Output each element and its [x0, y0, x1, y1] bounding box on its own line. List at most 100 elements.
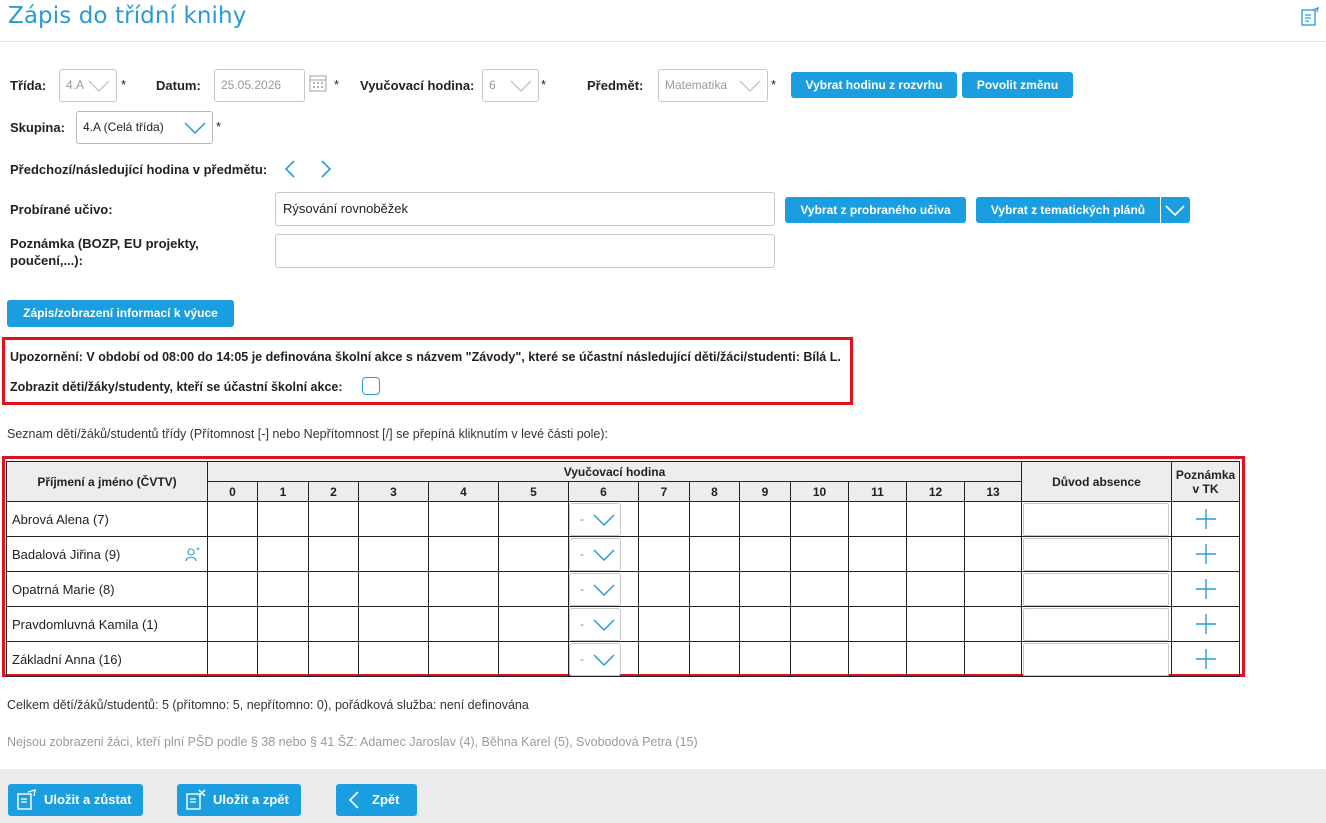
add-note-icon[interactable]: [1195, 509, 1216, 529]
lesson-cell[interactable]: [308, 536, 359, 572]
lesson-cell[interactable]: [257, 536, 309, 572]
pick-from-covered-topics-button[interactable]: Vybrat z probraného učiva: [785, 197, 966, 223]
document-edit-icon[interactable]: [1300, 7, 1320, 27]
lesson-cell[interactable]: [638, 536, 690, 572]
lesson-cell[interactable]: [739, 571, 791, 607]
lesson-cell[interactable]: [428, 536, 499, 572]
subject-select[interactable]: Matematika: [658, 69, 768, 102]
lesson-cell[interactable]: [498, 641, 569, 677]
attendance-select[interactable]: -: [569, 607, 621, 641]
lesson-cell[interactable]: [689, 536, 740, 572]
lesson-cell[interactable]: [358, 536, 429, 572]
lesson-cell[interactable]: [428, 606, 499, 642]
lesson-cell[interactable]: [848, 536, 907, 572]
lesson-cell[interactable]: [257, 571, 309, 607]
lesson-cell[interactable]: [739, 536, 791, 572]
lesson-cell[interactable]: [428, 641, 499, 677]
lesson-cell[interactable]: [739, 606, 791, 642]
show-event-students-checkbox[interactable]: [362, 377, 380, 395]
date-input[interactable]: 25.05.2026: [214, 69, 305, 102]
chevron-right-icon[interactable]: [319, 159, 333, 179]
add-note-icon[interactable]: [1195, 614, 1216, 634]
pick-from-schedule-button[interactable]: Vybrat hodinu z rozvrhu: [791, 72, 957, 98]
lesson-cell[interactable]: [964, 571, 1022, 607]
lesson-cell[interactable]: [848, 641, 907, 677]
lesson-cell[interactable]: [964, 501, 1022, 537]
lesson-cell[interactable]: [906, 641, 965, 677]
lesson-cell[interactable]: [207, 606, 258, 642]
lesson-cell[interactable]: [964, 536, 1022, 572]
attendance-select[interactable]: -: [569, 642, 621, 676]
lesson-cell[interactable]: [689, 641, 740, 677]
lesson-select[interactable]: 6: [482, 69, 539, 102]
lesson-cell[interactable]: [689, 571, 740, 607]
lesson-cell[interactable]: [257, 501, 309, 537]
absence-reason-input[interactable]: [1023, 572, 1169, 606]
lesson-cell[interactable]: [358, 501, 429, 537]
lesson-cell[interactable]: [638, 501, 690, 537]
lesson-cell[interactable]: [906, 606, 965, 642]
calendar-icon[interactable]: [308, 73, 328, 93]
attendance-select[interactable]: -: [569, 537, 621, 571]
absence-reason-input[interactable]: [1023, 502, 1169, 536]
lesson-cell[interactable]: [358, 606, 429, 642]
class-select[interactable]: 4.A: [59, 69, 117, 102]
lesson-cell[interactable]: [207, 536, 258, 572]
lesson-cell[interactable]: [498, 536, 569, 572]
absence-reason-input[interactable]: [1023, 607, 1169, 641]
lesson-cell[interactable]: [790, 641, 849, 677]
remark-input[interactable]: [275, 234, 775, 268]
lesson-cell[interactable]: [358, 641, 429, 677]
lesson-cell[interactable]: [257, 641, 309, 677]
back-button[interactable]: Zpět: [336, 784, 418, 816]
lesson-cell[interactable]: [689, 606, 740, 642]
lesson-cell[interactable]: [428, 501, 499, 537]
add-note-icon[interactable]: [1195, 649, 1216, 669]
lesson-cell[interactable]: [207, 501, 258, 537]
chevron-left-icon[interactable]: [283, 159, 297, 179]
lesson-cell[interactable]: [906, 536, 965, 572]
lesson-cell[interactable]: [964, 606, 1022, 642]
lesson-cell[interactable]: [848, 571, 907, 607]
lesson-cell[interactable]: [790, 501, 849, 537]
lesson-cell[interactable]: [906, 571, 965, 607]
lesson-cell[interactable]: [739, 501, 791, 537]
lesson-cell[interactable]: [689, 501, 740, 537]
absence-reason-input[interactable]: [1023, 642, 1169, 676]
lesson-cell[interactable]: [638, 571, 690, 607]
lesson-cell[interactable]: [498, 606, 569, 642]
pick-from-thematic-plans-button[interactable]: Vybrat z tematických plánů: [976, 197, 1160, 223]
lesson-cell[interactable]: [790, 571, 849, 607]
lesson-cell[interactable]: [308, 641, 359, 677]
lesson-cell[interactable]: [498, 571, 569, 607]
save-and-back-button[interactable]: Uložit a zpět: [177, 784, 301, 816]
lesson-cell[interactable]: [638, 606, 690, 642]
lesson-cell[interactable]: [790, 536, 849, 572]
allow-change-button[interactable]: Povolit změnu: [962, 72, 1073, 98]
lesson-info-button[interactable]: Zápis/zobrazení informací k výuce: [7, 300, 234, 327]
lesson-cell[interactable]: [358, 571, 429, 607]
absence-reason-input[interactable]: [1023, 537, 1169, 571]
add-note-icon[interactable]: [1195, 544, 1216, 564]
lesson-cell[interactable]: [964, 641, 1022, 677]
lesson-cell[interactable]: [308, 501, 359, 537]
group-select[interactable]: 4.A (Celá třída): [76, 111, 213, 144]
lesson-cell[interactable]: [498, 501, 569, 537]
lesson-cell[interactable]: [848, 606, 907, 642]
lesson-cell[interactable]: [790, 606, 849, 642]
add-note-icon[interactable]: [1195, 579, 1216, 599]
lesson-cell[interactable]: [638, 641, 690, 677]
lesson-cell[interactable]: [207, 571, 258, 607]
lesson-cell[interactable]: [739, 641, 791, 677]
lesson-cell[interactable]: [308, 606, 359, 642]
lesson-cell[interactable]: [308, 571, 359, 607]
lesson-cell[interactable]: [906, 501, 965, 537]
lesson-cell[interactable]: [428, 571, 499, 607]
topic-input[interactable]: Rýsování rovnoběžek: [275, 192, 775, 226]
attendance-select[interactable]: -: [569, 572, 621, 606]
attendance-select[interactable]: -: [569, 502, 621, 536]
lesson-cell[interactable]: [257, 606, 309, 642]
person-star-icon[interactable]: *: [185, 546, 201, 562]
save-and-stay-button[interactable]: Uložit a zůstat: [8, 784, 144, 816]
thematic-plans-dropdown-button[interactable]: [1161, 197, 1190, 223]
